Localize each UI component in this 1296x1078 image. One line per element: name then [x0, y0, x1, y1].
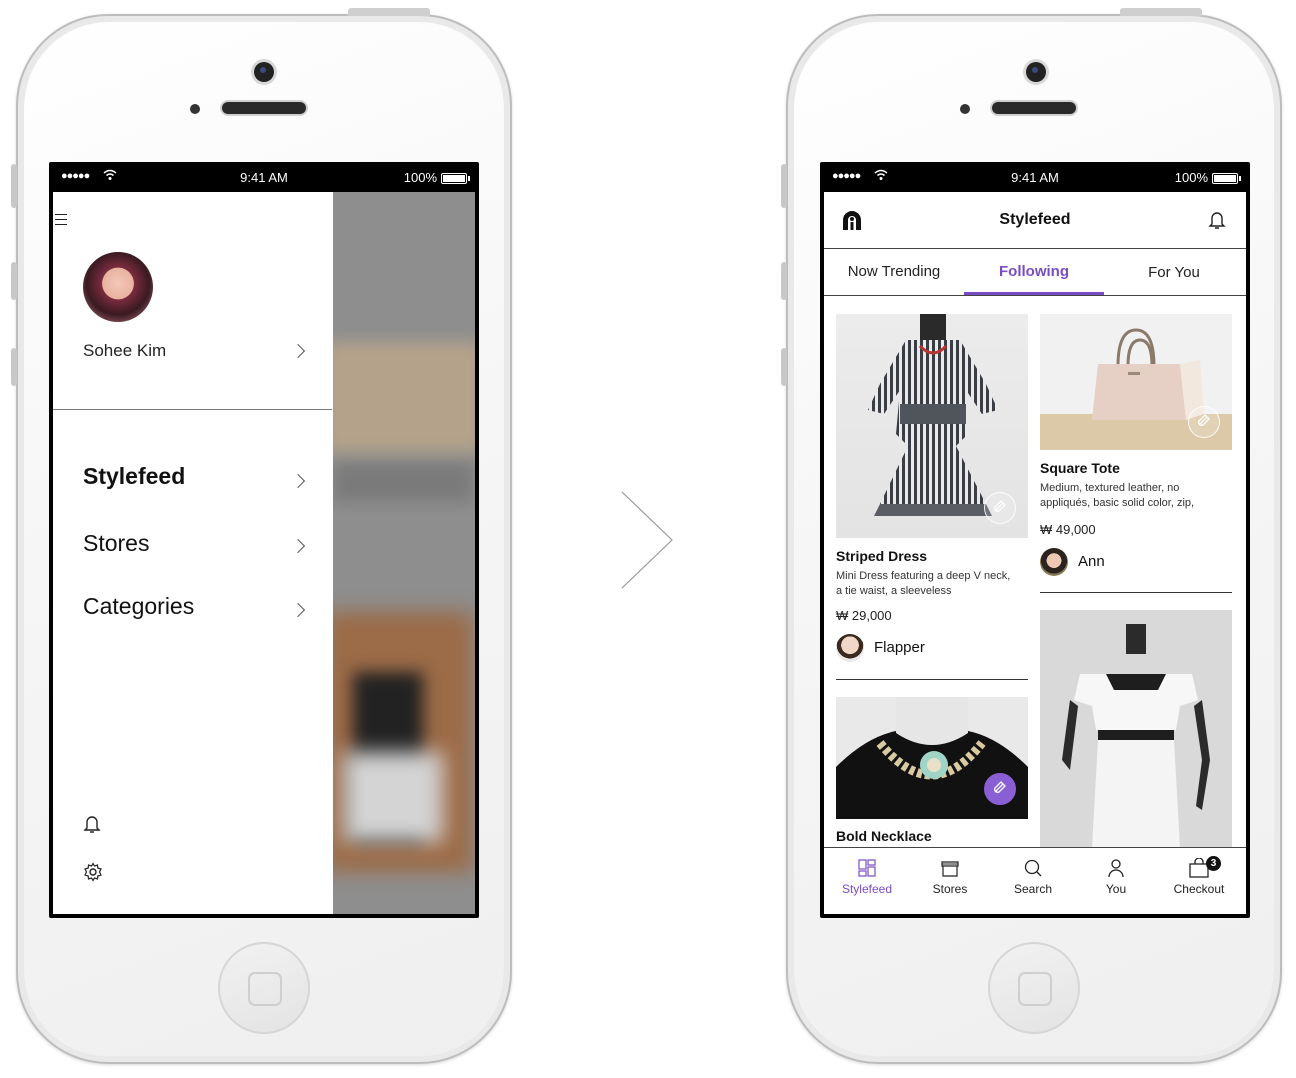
- page-title: Stylefeed: [999, 211, 1071, 228]
- product-price: ₩ 49,000: [1040, 522, 1096, 537]
- drawer-item-stylefeed[interactable]: Stylefeed: [83, 463, 185, 490]
- nav-search[interactable]: Search: [993, 858, 1073, 896]
- user-name[interactable]: Flapper: [874, 639, 925, 656]
- volume-up-button: [781, 262, 787, 300]
- product-price: ₩ 29,000: [836, 608, 892, 623]
- app-drawer-view: Sohee Kim Stylefeed Stores Categories: [53, 192, 475, 914]
- screen-right: ●●●●● 9:41 AM 100% Stylefeed Now Trendin…: [820, 162, 1250, 918]
- hamburger-menu-icon[interactable]: [55, 214, 67, 225]
- mute-switch: [781, 164, 787, 208]
- status-bar: ●●●●● 9:41 AM 100%: [820, 162, 1250, 192]
- nav-stores[interactable]: Stores: [910, 858, 990, 896]
- feed-card-bold-necklace[interactable]: Bold Necklace: [836, 697, 1028, 847]
- chevron-right-icon[interactable]: [290, 602, 306, 618]
- transition-arrow-icon: [621, 491, 673, 589]
- profile-name[interactable]: Sohee Kim: [83, 341, 166, 361]
- power-button: [348, 8, 430, 16]
- earpiece-speaker: [222, 102, 306, 114]
- drawer-item-stores[interactable]: Stores: [83, 530, 149, 557]
- nav-label: Checkout: [1173, 882, 1225, 896]
- user-name[interactable]: Ann: [1078, 553, 1105, 570]
- search-icon: [1024, 859, 1042, 877]
- tab-following[interactable]: Following: [964, 263, 1104, 280]
- volume-up-button: [11, 262, 17, 300]
- product-image[interactable]: [1040, 610, 1232, 848]
- nav-you[interactable]: You: [1076, 858, 1156, 896]
- card-divider: [1040, 592, 1232, 593]
- earpiece-speaker: [992, 102, 1076, 114]
- product-description: Medium, textured leather, no appliqués, …: [1040, 482, 1195, 509]
- grid-icon: [858, 859, 876, 877]
- top-illustration: [1062, 624, 1210, 848]
- volume-down-button: [11, 348, 17, 386]
- top-app-bar: Stylefeed: [824, 192, 1246, 249]
- product-title[interactable]: Square Tote: [1040, 460, 1120, 476]
- power-button: [1120, 8, 1202, 16]
- cart-count-badge: 3: [1206, 856, 1221, 871]
- product-image[interactable]: [1040, 314, 1232, 450]
- pin-icon[interactable]: [1188, 406, 1220, 438]
- product-image[interactable]: [836, 314, 1028, 538]
- profile-avatar[interactable]: [83, 252, 153, 322]
- feed-card-striped-dress[interactable]: Striped Dress Mini Dress featuring a dee…: [836, 314, 1028, 684]
- bell-icon[interactable]: [83, 814, 101, 834]
- screen-left: ●●●●● 9:41 AM 100% Sohee Kim Stylefeed S…: [49, 162, 479, 918]
- home-button[interactable]: [988, 942, 1080, 1034]
- drawer-divider: [53, 409, 332, 410]
- bottom-navigation: Stylefeed Stores Search You Checkout 3: [824, 847, 1246, 914]
- nav-stylefeed[interactable]: Stylefeed: [827, 858, 907, 896]
- pin-icon[interactable]: [984, 773, 1016, 805]
- nav-checkout[interactable]: Checkout 3: [1159, 856, 1239, 896]
- card-divider: [836, 679, 1028, 680]
- active-tab-indicator: [964, 292, 1104, 295]
- proximity-sensor: [960, 104, 970, 114]
- side-drawer: Sohee Kim Stylefeed Stores Categories: [53, 192, 332, 914]
- avatar[interactable]: [1040, 548, 1068, 576]
- product-image[interactable]: [836, 697, 1028, 819]
- nav-label: You: [1105, 882, 1127, 896]
- phone-frame-right: ●●●●● 9:41 AM 100% Stylefeed Now Trendin…: [781, 8, 1282, 1064]
- front-camera: [254, 62, 274, 82]
- front-camera: [1026, 62, 1046, 82]
- product-description: Mini Dress featuring a deep V neck, a ti…: [836, 570, 1011, 597]
- phone-frame-left: ●●●●● 9:41 AM 100% Sohee Kim Stylefeed S…: [11, 8, 512, 1064]
- proximity-sensor: [190, 104, 200, 114]
- app-feed-view: Stylefeed Now Trending Following For You: [824, 192, 1246, 914]
- feed-card-white-top[interactable]: [1040, 610, 1232, 848]
- chevron-right-icon[interactable]: [290, 473, 306, 489]
- volume-down-button: [781, 348, 787, 386]
- battery-percent: 100%: [1174, 170, 1208, 185]
- chevron-right-icon[interactable]: [290, 343, 306, 359]
- nav-label: Stylefeed: [841, 882, 893, 896]
- avatar[interactable]: [836, 634, 864, 662]
- gear-icon[interactable]: [83, 862, 103, 882]
- home-button[interactable]: [218, 942, 310, 1034]
- status-bar: ●●●●● 9:41 AM 100%: [49, 162, 479, 192]
- battery-icon: [441, 173, 470, 184]
- bell-icon[interactable]: [1208, 210, 1226, 230]
- tab-now-trending[interactable]: Now Trending: [824, 263, 964, 280]
- user-icon: [1108, 859, 1124, 878]
- battery-icon: [1212, 173, 1241, 184]
- storefront-icon: [941, 861, 959, 877]
- product-title[interactable]: Bold Necklace: [836, 828, 932, 844]
- product-title[interactable]: Striped Dress: [836, 548, 927, 564]
- drawer-item-categories[interactable]: Categories: [83, 593, 194, 620]
- nav-label: Search: [1013, 882, 1053, 896]
- tab-for-you[interactable]: For You: [1104, 264, 1244, 281]
- battery-percent: 100%: [403, 170, 437, 185]
- feed-card-square-tote[interactable]: Square Tote Medium, textured leather, no…: [1040, 314, 1232, 594]
- nav-label: Stores: [932, 882, 968, 896]
- feed-tabs: Now Trending Following For You: [824, 249, 1246, 296]
- blurred-feed-background: [333, 192, 475, 914]
- mute-switch: [11, 164, 17, 208]
- chevron-right-icon[interactable]: [290, 538, 306, 554]
- pin-icon[interactable]: [984, 492, 1016, 524]
